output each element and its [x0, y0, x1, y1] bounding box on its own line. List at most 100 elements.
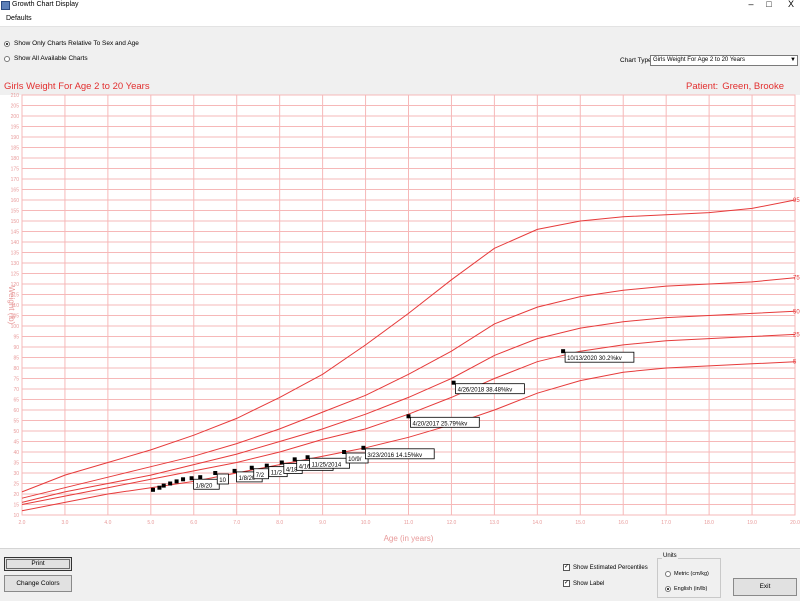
measurement-point [213, 471, 218, 475]
y-tick-label: 160 [11, 198, 20, 204]
point-label: 11/2 [271, 471, 283, 477]
x-tick-label: 11.0 [404, 520, 414, 526]
y-tick-label: 125 [11, 272, 20, 278]
percentile-label-50: 50 [793, 309, 800, 315]
checkbox-checked-icon[interactable]: ✓ [563, 580, 570, 587]
y-tick-label: 145 [11, 230, 20, 236]
y-tick-label: 20 [13, 492, 19, 498]
growth-chart: 2.0 3.0 4.0 5.0 6.0 7.0 8.0 9.0 10.0 11.0 12.0 13.0… [0, 93, 800, 548]
unit-english-radio[interactable]: English (in/lb) [665, 586, 707, 592]
y-tick-label: 45 [13, 440, 19, 446]
show-label-checkbox[interactable]: ✓ Show Label [563, 580, 604, 587]
units-legend: Units [662, 553, 678, 559]
y-tick-label: 170 [11, 177, 20, 183]
y-tick-label: 190 [11, 135, 20, 141]
measurement-point [232, 468, 237, 473]
y-tick-label: 205 [11, 104, 20, 110]
measurement-point [174, 479, 179, 484]
measurement-point [198, 475, 203, 480]
x-tick-label: 8.0 [276, 520, 283, 526]
x-tick-label: 10.0 [361, 520, 371, 526]
y-tick-label: 25 [13, 482, 19, 488]
y-tick-label: 75 [13, 377, 19, 383]
point-label: 1/8/20 [196, 483, 213, 489]
y-tick-label: 85 [13, 356, 19, 362]
checkbox-checked-icon[interactable]: ✓ [563, 564, 570, 571]
measurement-point [189, 476, 194, 481]
measurement-point [157, 485, 162, 490]
measurement-point [279, 460, 284, 465]
y-tick-label: 55 [13, 419, 19, 425]
y-tick-label: 130 [11, 261, 20, 267]
point-label: 3/23/2016 14.15%kv [367, 453, 422, 459]
percentile-label-25: 25 [793, 332, 800, 338]
y-tick-label: 100 [11, 324, 20, 330]
y-tick-label: 65 [13, 398, 19, 404]
percentile-label-95: 95 [793, 198, 800, 204]
measurement-point [150, 487, 155, 492]
measurement-point [451, 380, 456, 385]
x-tick-label: 13.0 [490, 520, 500, 526]
point-label: 4/20/2017 25.79%kv [413, 421, 468, 427]
y-tick-label: 40 [13, 450, 19, 456]
measurement-point [561, 349, 566, 354]
chart-background [0, 95, 800, 548]
y-tick-label: 95 [13, 335, 19, 341]
measurement-point [406, 414, 411, 419]
radio-label: Metric (cm/kg) [674, 571, 709, 577]
y-tick-label: 80 [13, 366, 19, 372]
measurement-point [168, 481, 173, 486]
radio-button[interactable] [665, 586, 671, 592]
y-tick-label: 165 [11, 188, 20, 194]
measurement-point [264, 463, 269, 468]
x-tick-label: 16.0 [618, 520, 628, 526]
y-axis-label: Weight (lb) [7, 286, 16, 325]
point-label: 11/25/2014 [312, 462, 342, 468]
point-label: 4/26/2018 38.48%kv [458, 388, 513, 394]
y-tick-label: 10 [13, 513, 19, 519]
y-tick-label: 60 [13, 408, 19, 414]
unit-metric-radio[interactable]: Metric (cm/kg) [665, 571, 709, 577]
y-tick-label: 90 [13, 345, 19, 351]
point-label: 10/13/2020 30.2%kv [567, 356, 622, 362]
y-tick-label: 140 [11, 240, 20, 246]
y-tick-label: 30 [13, 471, 19, 477]
exit-button[interactable]: Exit [733, 578, 797, 596]
y-tick-label: 50 [13, 429, 19, 435]
y-tick-label: 200 [11, 114, 20, 120]
radio-button[interactable] [665, 571, 671, 577]
show-estimated-percentiles-checkbox[interactable]: ✓ Show Estimated Percentiles [563, 564, 648, 571]
x-tick-label: 12.0 [447, 520, 457, 526]
x-tick-label: 15.0 [575, 520, 585, 526]
checkbox-label: Show Estimated Percentiles [573, 564, 648, 571]
x-tick-label: 4.0 [104, 520, 111, 526]
y-tick-label: 150 [11, 219, 20, 225]
x-tick-label: 20.0 [790, 520, 800, 526]
point-label: 10 [219, 478, 226, 484]
radio-label: English (in/lb) [674, 586, 708, 592]
y-tick-label: 185 [11, 146, 20, 152]
y-tick-label: 210 [11, 93, 20, 99]
measurement-point [161, 483, 166, 488]
y-tick-label: 195 [11, 125, 20, 131]
measurement-point [361, 445, 366, 450]
units-group [657, 558, 721, 598]
x-tick-label: 5.0 [147, 520, 154, 526]
x-tick-label: 6.0 [190, 520, 197, 526]
print-button[interactable]: Print [4, 557, 72, 571]
x-tick-label: 7.0 [233, 520, 240, 526]
y-tick-label: 15 [13, 503, 19, 509]
x-tick-label: 2.0 [19, 520, 26, 526]
x-tick-label: 14.0 [532, 520, 542, 526]
y-tick-label: 70 [13, 387, 19, 393]
change-colors-button[interactable]: Change Colors [4, 575, 72, 592]
x-axis-label: Age (in years) [384, 534, 434, 543]
x-tick-label: 3.0 [61, 520, 68, 526]
percentile-label-75: 75 [793, 276, 800, 282]
y-tick-label: 155 [11, 209, 20, 215]
point-label: 10/9/ [348, 457, 362, 463]
x-tick-label: 19.0 [747, 520, 757, 526]
point-label: 1/8/20 [239, 476, 256, 482]
checkbox-label: Show Label [573, 580, 605, 587]
y-tick-label: 135 [11, 251, 20, 257]
